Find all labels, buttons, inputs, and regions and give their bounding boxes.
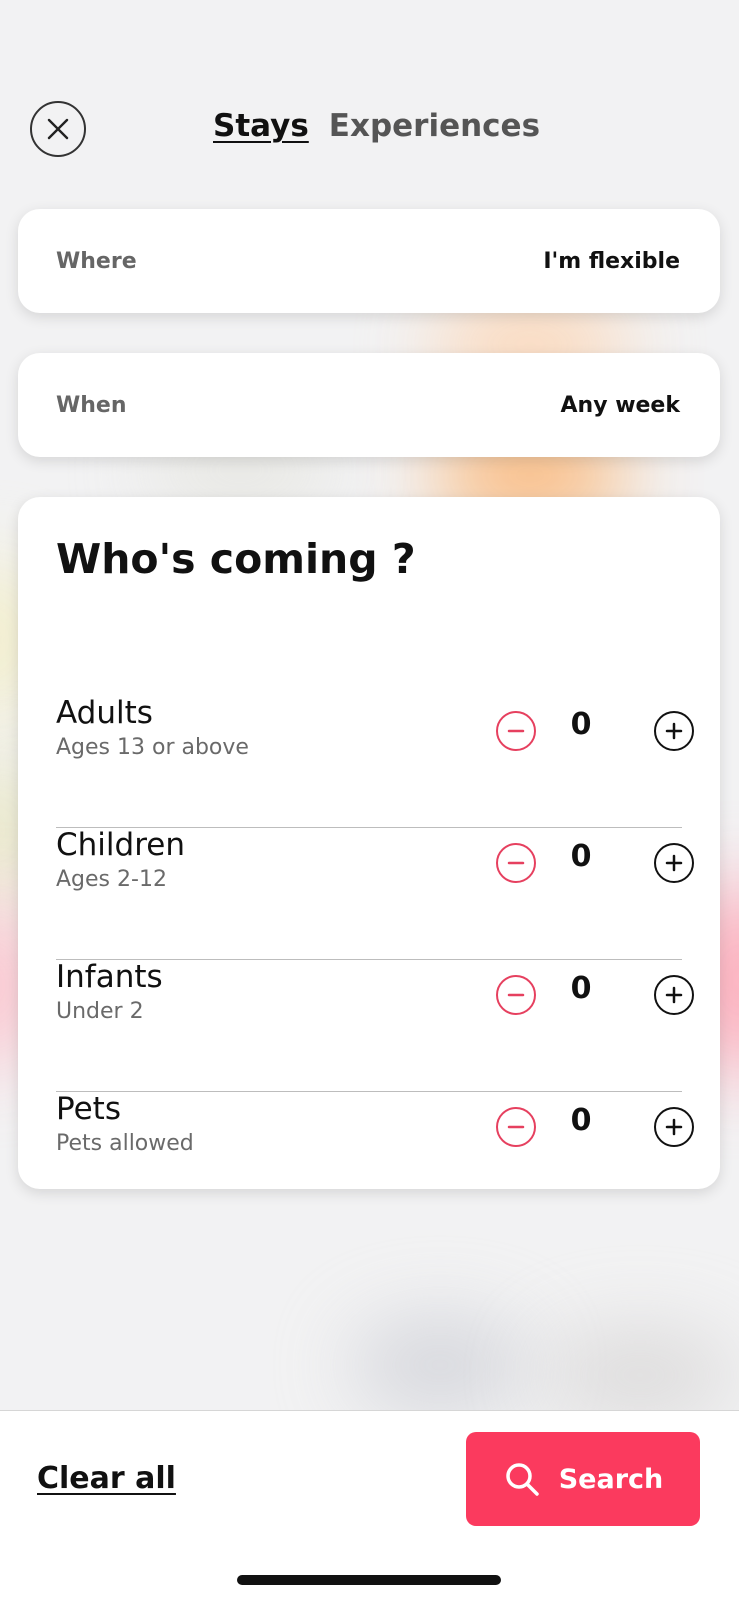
adults-decrement-button[interactable] — [496, 711, 536, 751]
plus-icon — [665, 854, 683, 872]
guest-row-adults: Adults Ages 13 or above 0 — [56, 695, 694, 828]
search-button[interactable]: Search — [466, 1432, 700, 1526]
children-increment-button[interactable] — [654, 843, 694, 883]
where-field[interactable]: Where I'm flexible — [18, 209, 720, 313]
guest-sub: Ages 13 or above — [56, 735, 249, 760]
clear-all-button[interactable]: Clear all — [37, 1461, 176, 1496]
guest-sub: Ages 2-12 — [56, 867, 167, 892]
tab-stays[interactable]: Stays — [213, 108, 309, 144]
infants-increment-button[interactable] — [654, 975, 694, 1015]
search-button-label: Search — [558, 1463, 664, 1495]
guest-row-children: Children Ages 2-12 0 — [56, 827, 694, 960]
guest-name: Children — [56, 827, 185, 863]
minus-icon — [507, 861, 525, 865]
minus-icon — [507, 729, 525, 733]
when-label: When — [56, 392, 127, 418]
pets-decrement-button[interactable] — [496, 1107, 536, 1147]
tab-experiences[interactable]: Experiences — [329, 108, 540, 144]
guest-row-infants: Infants Under 2 0 — [56, 959, 694, 1092]
status-bar — [0, 0, 739, 90]
adults-increment-button[interactable] — [654, 711, 694, 751]
guest-sub: Under 2 — [56, 999, 144, 1024]
guests-card: Who's coming ? Adults Ages 13 or above 0… — [18, 497, 720, 1189]
children-decrement-button[interactable] — [496, 843, 536, 883]
plus-icon — [665, 722, 683, 740]
where-label: Where — [56, 248, 137, 274]
when-value: Any week — [560, 392, 681, 418]
minus-icon — [507, 993, 525, 997]
guest-name: Pets — [56, 1091, 121, 1127]
close-button[interactable] — [30, 101, 86, 157]
plus-icon — [665, 1118, 683, 1136]
guests-title: Who's coming ? — [56, 535, 416, 583]
search-icon — [505, 1463, 539, 1496]
home-indicator — [237, 1575, 501, 1585]
infants-decrement-button[interactable] — [496, 975, 536, 1015]
when-field[interactable]: When Any week — [18, 353, 720, 457]
pets-increment-button[interactable] — [654, 1107, 694, 1147]
search-tabs: Stays Experiences — [213, 108, 540, 144]
guest-sub: Pets allowed — [56, 1131, 194, 1156]
footer-bar: Clear all Search — [0, 1410, 739, 1601]
plus-icon — [665, 986, 683, 1004]
adults-count: 0 — [570, 707, 592, 742]
infants-count: 0 — [570, 971, 592, 1006]
guest-row-pets: Pets Pets allowed 0 — [56, 1091, 694, 1223]
close-icon — [47, 118, 69, 140]
minus-icon — [507, 1125, 525, 1129]
guest-name: Adults — [56, 695, 153, 731]
children-count: 0 — [570, 839, 592, 874]
where-value: I'm flexible — [543, 248, 680, 274]
guest-name: Infants — [56, 959, 163, 995]
pets-count: 0 — [570, 1103, 592, 1138]
